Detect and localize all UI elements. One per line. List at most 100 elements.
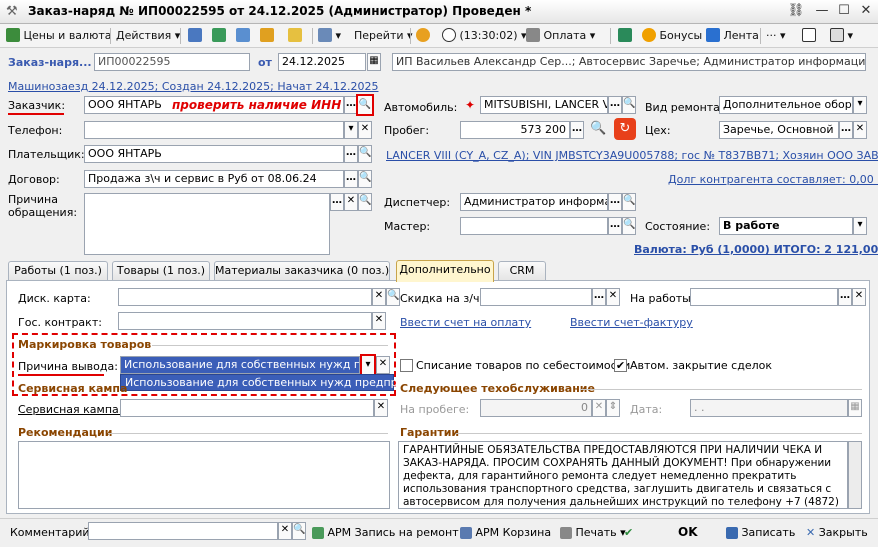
works-field[interactable] <box>690 288 838 306</box>
next-date-calendar-button[interactable]: ▦ <box>848 399 862 417</box>
reason-field[interactable] <box>84 193 330 255</box>
phone-clear-button[interactable]: ✕ <box>358 121 372 139</box>
check-icon[interactable]: ✔ <box>624 526 633 539</box>
arm-cart-button[interactable]: АРМ Корзина <box>460 526 551 539</box>
cash-register-icon[interactable] <box>618 27 632 45</box>
contract-search-button[interactable]: 🔍 <box>358 170 372 188</box>
withdraw-clear-button[interactable]: ✕ <box>376 356 390 374</box>
warranty-field[interactable]: ГАРАНТИЙНЫЕ ОБЯЗАТЕЛЬСТВА ПРЕДОСТАВЛЯЮТС… <box>398 441 848 509</box>
writeoff-checkbox[interactable] <box>400 359 413 372</box>
based-on-icon[interactable]: ▾ <box>318 27 341 45</box>
debt-link[interactable]: Долг контрагента составляет: 0,00 Руб <box>668 173 878 186</box>
bonuses-button[interactable]: Бонусы <box>642 27 702 45</box>
car-select-button[interactable]: … <box>608 96 622 114</box>
actions-menu[interactable]: Действия ▾ <box>116 27 180 45</box>
repair-dropdown-button[interactable]: ▾ <box>853 96 867 114</box>
discount-clear-button[interactable]: ✕ <box>606 288 620 306</box>
post-icon[interactable] <box>188 27 202 45</box>
facture-link[interactable]: Ввести счет-фактуру <box>570 316 693 329</box>
list-icon[interactable] <box>802 27 816 45</box>
withdraw-dropdown-list[interactable]: Использование для собственных нужд предп… <box>120 374 432 391</box>
onmileage-spin-button[interactable]: ⇕ <box>606 399 620 417</box>
order-number-field[interactable]: ИП00022595 <box>94 53 250 71</box>
timer-button[interactable]: (13:30:02) ▾ <box>442 27 527 45</box>
warranty-scrollbar[interactable] <box>848 441 862 509</box>
works-clear-button[interactable]: ✕ <box>852 288 866 306</box>
discount-field[interactable] <box>480 288 592 306</box>
shop-select-button[interactable]: … <box>839 121 853 139</box>
car-details-link[interactable]: LANCER VIII (CY_A, CZ_A); VIN JMBSTCY3A9… <box>386 149 878 162</box>
refresh-icon[interactable] <box>212 27 226 45</box>
payer-select-button[interactable]: … <box>344 145 358 163</box>
payer-search-button[interactable]: 🔍 <box>358 145 372 163</box>
more-menu[interactable]: ··· ▾ <box>766 27 786 45</box>
print-button[interactable]: Печать ▾ <box>560 526 626 539</box>
contract-field[interactable]: Продажа з\ч и сервис в Руб от 08.06.24 <box>84 170 344 188</box>
calendar-button[interactable]: ▦ <box>367 53 381 71</box>
close-button[interactable]: ✕ Закрыть <box>806 526 868 539</box>
mileage-select-button[interactable]: … <box>570 121 584 139</box>
master-search-button[interactable]: 🔍 <box>622 217 636 235</box>
close-window-button[interactable]: ✕ <box>856 2 876 20</box>
structure-icon[interactable] <box>260 27 274 45</box>
payment-menu[interactable]: Оплата ▾ <box>526 27 595 45</box>
service-clear-button[interactable]: ✕ <box>374 399 388 417</box>
save-button[interactable]: Записать <box>726 526 795 539</box>
help-icon[interactable] <box>416 27 430 45</box>
tab-works[interactable]: Работы (1 поз.) <box>8 261 108 281</box>
onmileage-clear-button[interactable]: ✕ <box>592 399 606 417</box>
car-field[interactable]: MITSUBISHI, LANCER VI <box>480 96 608 114</box>
tab-additional[interactable]: Дополнительно <box>396 260 494 282</box>
dispatcher-search-button[interactable]: 🔍 <box>622 193 636 211</box>
contract-select-button[interactable]: … <box>344 170 358 188</box>
reason-search-button[interactable]: 🔍 <box>358 193 372 211</box>
state-field[interactable]: В работе <box>719 217 853 235</box>
autoclose-checkbox[interactable]: ✔ <box>614 359 627 372</box>
master-select-button[interactable]: … <box>608 217 622 235</box>
withdraw-dropdown-button[interactable]: ▾ <box>360 354 376 376</box>
dropdown-option[interactable]: Использование для собственных нужд предп… <box>125 376 432 389</box>
state-dropdown-button[interactable]: ▾ <box>853 217 867 235</box>
settings-icon[interactable]: ▾ <box>830 27 853 45</box>
onmileage-field[interactable]: 0 <box>480 399 592 417</box>
feed-button[interactable]: Лента <box>706 27 759 45</box>
magnifier-icon[interactable]: 🔍 <box>590 121 606 136</box>
total-link[interactable]: Валюта: Руб (1,0000) ИТОГО: 2 121,00 <box>634 243 878 256</box>
refresh-mileage-button[interactable]: ↻ <box>614 118 636 140</box>
copy-icon[interactable] <box>288 27 302 45</box>
service-link[interactable]: Сервисная кампа... <box>18 403 129 416</box>
gov-contract-field[interactable] <box>118 312 372 330</box>
shop-clear-button[interactable]: ✕ <box>853 121 867 139</box>
card-field[interactable] <box>118 288 372 306</box>
phone-dropdown-button[interactable]: ▾ <box>344 121 358 139</box>
tab-customer-materials[interactable]: Материалы заказчика (0 поз.) <box>214 261 390 281</box>
card-clear-button[interactable]: ✕ <box>372 288 386 306</box>
tab-crm[interactable]: CRM <box>498 261 546 281</box>
history-link[interactable]: Машинозаезд 24.12.2025; Создан 24.12.202… <box>8 80 378 93</box>
card-search-button[interactable]: 🔍 <box>386 288 400 306</box>
recommend-field[interactable] <box>18 441 390 509</box>
comment-field[interactable] <box>88 522 278 540</box>
comment-clear-button[interactable]: ✕ <box>278 522 292 540</box>
master-field[interactable] <box>460 217 608 235</box>
phone-field[interactable] <box>84 121 344 139</box>
minimize-button[interactable]: — <box>812 2 832 20</box>
ok-button[interactable]: OK <box>678 525 698 539</box>
shop-field[interactable]: Заречье, Основной це <box>719 121 839 139</box>
reason-clear-button[interactable]: ✕ <box>344 193 358 211</box>
withdraw-field[interactable]: Использование для собственных нужд предп… <box>120 356 360 374</box>
document-icon[interactable] <box>236 27 250 45</box>
arm-record-button[interactable]: АРМ Запись на ремонт <box>312 526 459 539</box>
customer-search-button[interactable]: 🔍 <box>356 94 374 116</box>
repair-field[interactable]: Дополнительное оборудо <box>719 96 853 114</box>
dispatcher-field[interactable]: Администратор информаци <box>460 193 608 211</box>
prices-button[interactable]: Цены и валюта <box>6 27 112 45</box>
date-field[interactable]: 24.12.2025 <box>278 53 366 71</box>
car-search-button[interactable]: 🔍 <box>622 96 636 114</box>
payer-field[interactable]: ООО ЯНТАРЬ <box>84 145 344 163</box>
invoice-link[interactable]: Ввести счет на оплату <box>400 316 531 329</box>
discount-select-button[interactable]: … <box>592 288 606 306</box>
organization-field[interactable]: ИП Васильев Александр Сер...; Автосервис… <box>392 53 866 71</box>
reason-select-button[interactable]: … <box>330 193 344 211</box>
works-select-button[interactable]: … <box>838 288 852 306</box>
